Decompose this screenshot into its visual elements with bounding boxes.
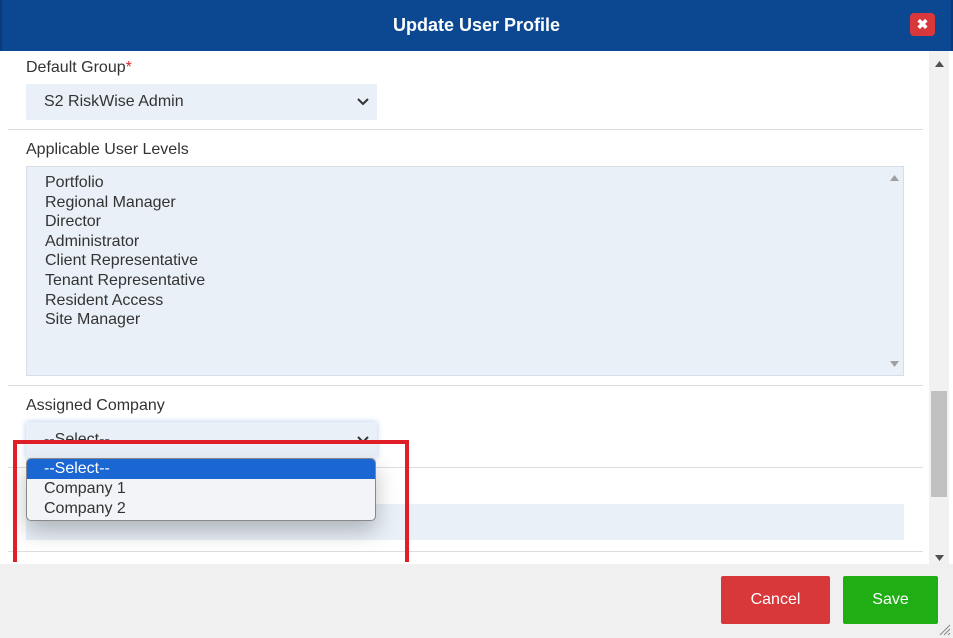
scrollbar-thumb[interactable] [931, 391, 947, 497]
close-icon: ✖ [916, 16, 929, 32]
list-item[interactable]: Director [27, 212, 903, 232]
list-item[interactable]: Resident Access [27, 291, 903, 311]
assigned-company-label: Assigned Company [26, 397, 165, 414]
list-item[interactable]: Administrator [27, 232, 903, 252]
chevron-down-icon [357, 98, 369, 106]
default-group-label-text: Default Group [26, 59, 126, 76]
list-item[interactable]: Regional Manager [27, 193, 903, 213]
cancel-button[interactable]: Cancel [721, 576, 830, 624]
save-button[interactable]: Save [843, 576, 938, 624]
content-scrollbar[interactable] [929, 51, 949, 564]
default-group-value: S2 RiskWise Admin [44, 93, 184, 110]
scroll-up-arrow-icon[interactable] [935, 61, 944, 67]
default-group-select[interactable]: S2 RiskWise Admin [26, 84, 377, 120]
scroll-down-arrow-icon[interactable] [935, 555, 944, 561]
scroll-up-arrow-icon[interactable] [890, 175, 899, 181]
list-item[interactable]: Portfolio [27, 173, 903, 193]
user-levels-list: Portfolio Regional Manager Director Admi… [27, 167, 903, 330]
resize-grip-icon[interactable] [937, 622, 951, 636]
dialog-title: Update User Profile [392, 15, 561, 35]
list-item[interactable]: Site Manager [27, 310, 903, 330]
dialog-content: Default Group* S2 RiskWise Admin Applica… [0, 51, 929, 562]
required-marker: * [125, 59, 132, 76]
user-levels-listbox[interactable]: Portfolio Regional Manager Director Admi… [26, 166, 904, 376]
user-levels-label: Applicable User Levels [26, 141, 189, 158]
default-group-label: Default Group* [26, 59, 132, 77]
divider [8, 385, 923, 386]
dialog-titlebar: Update User Profile ✖ [0, 0, 953, 51]
list-item[interactable]: Client Representative [27, 251, 903, 271]
scroll-down-arrow-icon[interactable] [890, 361, 899, 367]
highlight-box [13, 440, 409, 562]
close-button[interactable]: ✖ [910, 13, 935, 36]
list-item[interactable]: Tenant Representative [27, 271, 903, 291]
divider [8, 129, 923, 130]
dialog-footer: Cancel Save [0, 564, 953, 638]
listbox-scrollbar[interactable] [886, 167, 903, 375]
